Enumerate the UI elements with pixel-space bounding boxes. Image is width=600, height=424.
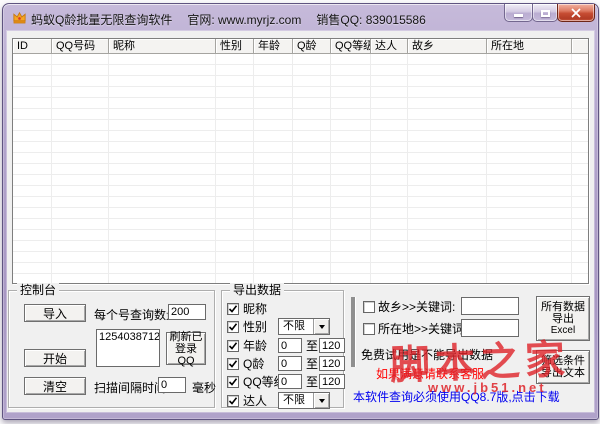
qq-age-label: Q龄 <box>243 357 264 371</box>
export-text-button[interactable]: 筛选条件 导出文本 <box>536 350 590 384</box>
age-range-separator: 至 <box>306 339 318 353</box>
column-gridline <box>571 54 572 283</box>
column-gridline <box>253 54 254 283</box>
column-header-5[interactable]: Q龄 <box>293 39 331 54</box>
column-header-2[interactable]: 昵称 <box>109 39 216 54</box>
table-header: IDQQ号码昵称性别年龄Q龄QQ等级达人故乡所在地 <box>13 39 588 54</box>
screenshot-stage: 蚂蚁Q龄批量无限查询软件 官网: www.myrjz.com 销售QQ: 83901… <box>0 0 600 424</box>
minimize-icon <box>514 14 523 17</box>
sales-qq-text: 销售QQ: 839015586 <box>316 13 425 27</box>
column-header-4[interactable]: 年龄 <box>254 39 293 54</box>
gender-select[interactable]: 不限 <box>278 318 330 335</box>
gender-checkbox[interactable] <box>227 321 239 333</box>
start-button[interactable]: 开始 <box>24 349 86 367</box>
export-excel-line1: 所有数据 <box>541 301 585 313</box>
vertical-divider <box>351 297 356 367</box>
hometown-checkbox[interactable] <box>363 301 375 313</box>
column-header-7[interactable]: 达人 <box>371 39 408 54</box>
logged-qq-listbox[interactable]: 1254038712 <box>96 329 160 367</box>
result-table: IDQQ号码昵称性别年龄Q龄QQ等级达人故乡所在地 <box>12 38 589 284</box>
export-text-line1: 筛选条件 <box>541 355 585 367</box>
export-text-line2: 导出文本 <box>541 367 585 379</box>
nickname-checkbox[interactable] <box>227 303 239 315</box>
export-excel-line3: Excel <box>551 325 575 337</box>
hometown-label: 故乡>>关键词: <box>378 300 455 314</box>
column-gridline <box>370 54 371 283</box>
location-keyword-input[interactable] <box>461 319 519 337</box>
app-name: 蚂蚁Q龄批量无限查询软件 <box>31 13 172 27</box>
qq-level-from-input[interactable] <box>278 374 302 389</box>
column-header-9[interactable]: 所在地 <box>487 39 572 54</box>
column-gridline <box>486 54 487 283</box>
refresh-qq-button[interactable]: 刷新已 登录QQ <box>166 332 206 365</box>
location-label: 所在地>>关键词: <box>378 322 467 336</box>
interval-input[interactable] <box>158 377 186 393</box>
column-gridline <box>108 54 109 283</box>
maximize-icon <box>541 10 550 17</box>
import-button[interactable]: 导入 <box>24 304 86 322</box>
column-header-6[interactable]: QQ等级 <box>331 39 371 54</box>
column-gridline <box>215 54 216 283</box>
age-checkbox[interactable] <box>227 340 239 352</box>
gender-select-value: 不限 <box>283 320 305 333</box>
age-to-input[interactable] <box>319 338 345 353</box>
column-header-0[interactable]: ID <box>13 39 52 54</box>
qq-age-checkbox[interactable] <box>227 358 239 370</box>
close-icon <box>571 8 581 18</box>
export-excel-line2: 导出 <box>552 313 574 325</box>
export-excel-button[interactable]: 所有数据 导出 Excel <box>536 296 590 341</box>
age-label: 年龄 <box>243 339 267 353</box>
column-header-3[interactable]: 性别 <box>216 39 254 54</box>
console-group-title: 控制台 <box>17 283 59 297</box>
talent-select[interactable]: 不限 <box>278 392 330 409</box>
interval-unit-label: 毫秒 <box>192 381 216 395</box>
table-body[interactable] <box>13 54 588 283</box>
chevron-down-icon[interactable] <box>313 319 329 334</box>
column-header-filler <box>572 39 588 54</box>
column-header-8[interactable]: 故乡 <box>408 39 487 54</box>
client-area: IDQQ号码昵称性别年龄Q龄QQ等级达人故乡所在地 控制台 导入 每个号查询数量… <box>7 31 594 412</box>
column-gridline <box>51 54 52 283</box>
per-number-label: 每个号查询数量 <box>94 308 178 322</box>
per-number-input[interactable] <box>168 304 206 320</box>
talent-checkbox[interactable] <box>227 395 239 407</box>
column-gridline <box>292 54 293 283</box>
trial-notice: 免费试用是不能导出数据 <box>357 348 497 362</box>
column-gridline <box>330 54 331 283</box>
nickname-label: 昵称 <box>243 302 267 316</box>
clear-button[interactable]: 清空 <box>24 377 86 395</box>
maximize-button[interactable] <box>532 4 558 22</box>
age-from-input[interactable] <box>278 338 302 353</box>
download-link[interactable]: 本软件查询必须使用QQ8.7版,点击下载 <box>353 390 560 404</box>
column-header-1[interactable]: QQ号码 <box>52 39 109 54</box>
chevron-down-icon[interactable] <box>313 393 329 408</box>
gender-label: 性别 <box>243 320 267 334</box>
crown-app-icon <box>12 10 27 25</box>
qq-age-range-separator: 至 <box>306 357 318 371</box>
export-group-title: 导出数据 <box>230 283 284 297</box>
qq-level-checkbox[interactable] <box>227 376 239 388</box>
qq-age-from-input[interactable] <box>278 356 302 371</box>
column-gridline <box>407 54 408 283</box>
close-button[interactable] <box>557 4 595 22</box>
minimize-button[interactable] <box>504 4 533 22</box>
interval-label: 扫描间隔时间 <box>94 381 166 395</box>
hometown-keyword-input[interactable] <box>461 297 519 315</box>
window-title: 蚂蚁Q龄批量无限查询软件 官网: www.myrjz.com 销售QQ: 83901… <box>31 11 441 28</box>
logged-qq-item[interactable]: 1254038712 <box>97 330 159 344</box>
refresh-qq-line2: 登录QQ <box>167 343 205 367</box>
talent-label: 达人 <box>243 394 267 408</box>
qq-level-range-separator: 至 <box>306 375 318 389</box>
titlebar[interactable]: 蚂蚁Q龄批量无限查询软件 官网: www.myrjz.com 销售QQ: 83901… <box>3 4 598 31</box>
location-checkbox[interactable] <box>363 323 375 335</box>
qq-age-to-input[interactable] <box>319 356 345 371</box>
website-text: 官网: www.myrjz.com <box>187 13 301 27</box>
refresh-qq-line1: 刷新已 <box>170 331 203 343</box>
talent-select-value: 不限 <box>283 394 305 407</box>
contact-notice: 如果满意请联系客服 <box>376 367 484 381</box>
app-window: 蚂蚁Q龄批量无限查询软件 官网: www.myrjz.com 销售QQ: 83901… <box>2 3 599 420</box>
qq-level-to-input[interactable] <box>319 374 345 389</box>
